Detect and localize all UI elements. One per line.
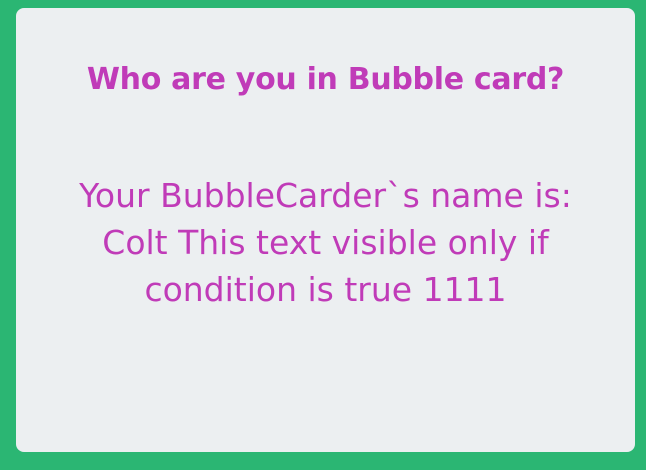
bubble-card: Who are you in Bubble card? Your BubbleC… — [16, 8, 635, 452]
card-title: Who are you in Bubble card? — [86, 62, 565, 97]
card-body-text: Your BubbleCarder`s name is: Colt This t… — [79, 176, 572, 309]
